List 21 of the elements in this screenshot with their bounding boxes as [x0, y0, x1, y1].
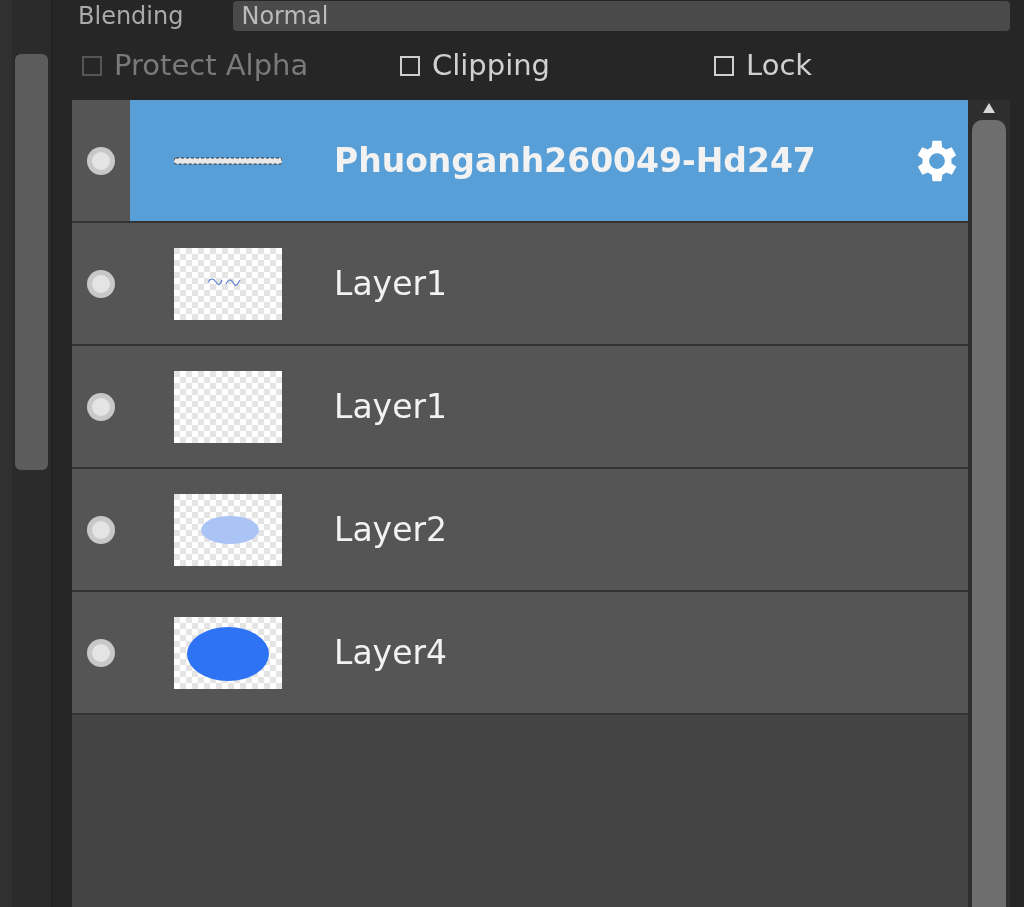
layer-row[interactable]: Layer1 [72, 346, 968, 469]
layer-row[interactable]: Layer1 [72, 223, 968, 346]
visibility-dot-icon[interactable] [86, 145, 116, 176]
blending-label: Blending [78, 1, 184, 31]
layer-row[interactable]: Layer2 [72, 469, 968, 592]
blending-dropdown[interactable]: Normal [233, 1, 1010, 31]
layer-name: Phuonganh260049-Hd247 [334, 139, 817, 182]
visibility-dot-icon[interactable] [86, 268, 116, 299]
scroll-up-arrow-icon[interactable] [982, 102, 996, 114]
visibility-dot-icon[interactable] [86, 514, 116, 545]
layer-row[interactable]: Layer4 [72, 592, 968, 715]
scrollbar-thumb[interactable] [15, 54, 48, 470]
scrollbar-thumb[interactable] [972, 120, 1006, 907]
layer-name: Layer4 [334, 631, 448, 674]
layer-name: Layer1 [334, 262, 448, 305]
option-checkbox[interactable]: Lock [714, 44, 813, 88]
layer-name: Layer2 [334, 508, 448, 551]
layer-name: Layer1 [334, 385, 448, 428]
visibility-dot-icon[interactable] [86, 637, 116, 668]
option-checkbox[interactable]: Clipping [400, 44, 714, 88]
visibility-dot-icon[interactable] [86, 391, 116, 422]
